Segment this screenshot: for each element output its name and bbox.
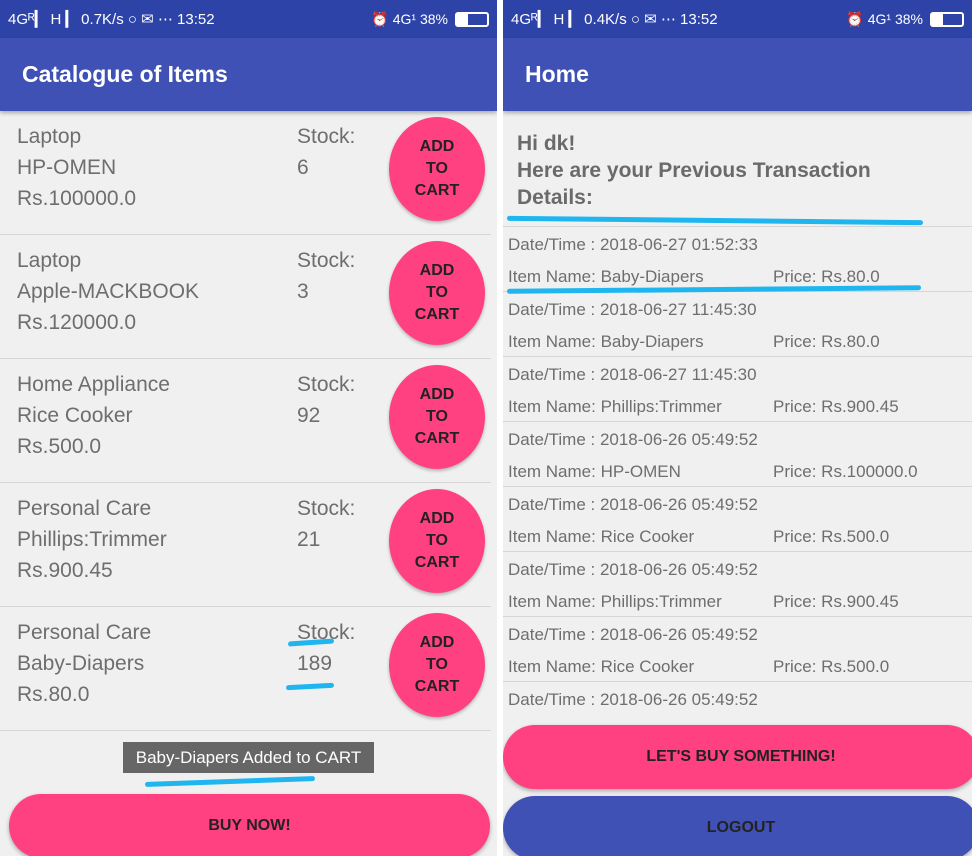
battery-icon bbox=[455, 11, 489, 27]
catalogue-item: Personal Care Baby-Diapers Rs.80.0 Stock: 18… bbox=[0, 607, 491, 731]
stock-value: 6 bbox=[297, 156, 309, 179]
greeting: Hi dk! Here are your Previous Transactio… bbox=[517, 130, 871, 211]
stock-value: 3 bbox=[297, 280, 309, 303]
status-bar: 4Gᴿ▎ H ▎ 0.4K/s ○ ✉ ⋯ 13:52 ⏰ 4G¹ 38% bbox=[503, 0, 972, 38]
status-bar-right: ⏰ 4G¹ 38% bbox=[846, 10, 923, 27]
item-name: Rice Cooker bbox=[17, 404, 133, 427]
item-stock: Stock: 3 bbox=[297, 245, 355, 307]
item-price: Rs.120000.0 bbox=[17, 311, 137, 334]
item-category: Personal Care bbox=[17, 497, 152, 520]
stock-label: Stock: bbox=[297, 373, 356, 396]
transaction-row: Date/Time : 2018-06-26 05:49:52 Item Name… bbox=[503, 486, 972, 551]
transaction-price: Price: Rs.900.45 bbox=[773, 592, 899, 611]
transaction-datetime: Date/Time : 2018-06-26 05:49:52 bbox=[508, 430, 758, 449]
home-screen: 4Gᴿ▎ H ▎ 0.4K/s ○ ✉ ⋯ 13:52 ⏰ 4G¹ 38% Ho… bbox=[503, 0, 972, 856]
transaction-item: Item Name: Phillips:Trimmer bbox=[508, 592, 722, 611]
app-bar-title: Home bbox=[503, 38, 972, 111]
item-info: Home Appliance Rice Cooker Rs.500.0 bbox=[17, 369, 170, 462]
transaction-row: Date/Time : 2018-06-26 05:49:52 Item Name… bbox=[503, 421, 972, 486]
transaction-price: Price: Rs.500.0 bbox=[773, 657, 890, 676]
item-info: Personal Care Phillips:Trimmer Rs.900.45 bbox=[17, 493, 167, 586]
add-to-cart-button[interactable]: ADD TO CART bbox=[389, 365, 485, 469]
stock-value: 189 bbox=[297, 652, 333, 675]
transaction-item: Item Name: Baby-Diapers bbox=[508, 267, 704, 286]
toast-message: Baby-Diapers Added to CART bbox=[123, 742, 374, 773]
item-price: Rs.80.0 bbox=[17, 683, 90, 706]
transaction-item: Item Name: Rice Cooker bbox=[508, 527, 695, 546]
transaction-datetime: Date/Time : 2018-06-27 11:45:30 bbox=[508, 365, 757, 384]
transaction-price: Price: Rs.80.0 bbox=[773, 267, 880, 286]
transaction-row: Date/Time : 2018-06-27 11:45:30 Item Name… bbox=[503, 291, 972, 356]
item-stock: Stock: 6 bbox=[297, 121, 355, 183]
item-price: Rs.100000.0 bbox=[17, 187, 137, 210]
add-to-cart-button[interactable]: ADD TO CART bbox=[389, 489, 485, 593]
status-bar-right: ⏰ 4G¹ 38% bbox=[371, 10, 448, 27]
stock-value: 92 bbox=[297, 404, 321, 427]
transaction-price: Price: Rs.500.0 bbox=[773, 527, 890, 546]
item-category: Laptop bbox=[17, 249, 82, 272]
stock-label: Stock: bbox=[297, 497, 356, 520]
transaction-row: Date/Time : 2018-06-27 11:45:30 Item Name… bbox=[503, 356, 972, 421]
transaction-price: Price: Rs.100000.0 bbox=[773, 462, 918, 481]
add-to-cart-button[interactable]: ADD TO CART bbox=[389, 241, 485, 345]
transaction-datetime: Date/Time : 2018-06-26 05:49:52 bbox=[508, 690, 758, 709]
catalogue-item: Laptop HP-OMEN Rs.100000.0 Stock: 6 ADD TO CA… bbox=[0, 111, 491, 235]
item-category: Laptop bbox=[17, 125, 82, 148]
item-info: Personal Care Baby-Diapers Rs.80.0 bbox=[17, 617, 151, 710]
highlight-mark bbox=[506, 215, 924, 226]
catalogue-item: Laptop Apple-MACKBOOK Rs.120000.0 Stock: 3 AD… bbox=[0, 235, 491, 359]
transaction-price: Price: Rs.80.0 bbox=[773, 332, 880, 351]
item-info: Laptop Apple-MACKBOOK Rs.120000.0 bbox=[17, 245, 199, 338]
item-category: Home Appliance bbox=[17, 373, 170, 396]
item-price: Rs.900.45 bbox=[17, 559, 113, 582]
transaction-item: Item Name: Phillips:Trimmer bbox=[508, 397, 722, 416]
transaction-list: Date/Time : 2018-06-27 01:52:33 Item Name… bbox=[503, 226, 972, 746]
item-name: HP-OMEN bbox=[17, 156, 117, 179]
item-stock: Stock: 189 bbox=[297, 617, 355, 679]
battery-icon bbox=[930, 11, 964, 27]
item-price: Rs.500.0 bbox=[17, 435, 102, 458]
status-bar-left: 4Gᴿ▎ H ▎ 0.4K/s ○ ✉ ⋯ 13:52 bbox=[511, 11, 718, 28]
item-name: Phillips:Trimmer bbox=[17, 528, 167, 551]
item-name: Baby-Diapers bbox=[17, 652, 145, 675]
stock-value: 21 bbox=[297, 528, 321, 551]
transaction-datetime: Date/Time : 2018-06-27 01:52:33 bbox=[508, 235, 758, 254]
transaction-item: Item Name: HP-OMEN bbox=[508, 462, 681, 481]
item-category: Personal Care bbox=[17, 621, 152, 644]
stock-label: Stock: bbox=[297, 125, 356, 148]
add-to-cart-button[interactable]: ADD TO CART bbox=[389, 117, 485, 221]
add-to-cart-button[interactable]: ADD TO CART bbox=[389, 613, 485, 717]
greeting-line: Details: bbox=[517, 186, 593, 209]
transaction-datetime: Date/Time : 2018-06-26 05:49:52 bbox=[508, 495, 758, 514]
transaction-row: Date/Time : 2018-06-26 05:49:52 Item Name… bbox=[503, 551, 972, 616]
greeting-line: Hi dk! bbox=[517, 132, 576, 155]
item-info: Laptop HP-OMEN Rs.100000.0 bbox=[17, 121, 136, 214]
lets-buy-something-button[interactable]: LET'S BUY SOMETHING! bbox=[503, 725, 972, 789]
highlight-mark bbox=[144, 776, 316, 787]
catalogue-item: Home Appliance Rice Cooker Rs.500.0 Stock: 9… bbox=[0, 359, 491, 483]
status-bar: 4Gᴿ▎ H ▎ 0.7K/s ○ ✉ ⋯ 13:52 ⏰ 4G¹ 38% bbox=[0, 0, 497, 38]
transaction-item: Item Name: Rice Cooker bbox=[508, 657, 695, 676]
transaction-row: Date/Time : 2018-06-26 05:49:52 Item Name… bbox=[503, 616, 972, 681]
buy-now-button[interactable]: BUY NOW! bbox=[9, 794, 490, 856]
transaction-row: Date/Time : 2018-06-27 01:52:33 Item Name… bbox=[503, 226, 972, 291]
logout-button[interactable]: LOGOUT bbox=[503, 796, 972, 856]
transaction-datetime: Date/Time : 2018-06-26 05:49:52 bbox=[508, 560, 758, 579]
item-stock: Stock: 21 bbox=[297, 493, 355, 555]
greeting-line: Here are your Previous Transaction bbox=[517, 159, 871, 182]
item-name: Apple-MACKBOOK bbox=[17, 280, 200, 303]
transaction-datetime: Date/Time : 2018-06-27 11:45:30 bbox=[508, 300, 757, 319]
catalogue-screen: 4Gᴿ▎ H ▎ 0.7K/s ○ ✉ ⋯ 13:52 ⏰ 4G¹ 38% Ca… bbox=[0, 0, 497, 856]
item-stock: Stock: 92 bbox=[297, 369, 355, 431]
transaction-datetime: Date/Time : 2018-06-26 05:49:52 bbox=[508, 625, 758, 644]
app-bar-title: Catalogue of Items bbox=[0, 38, 497, 111]
transaction-item: Item Name: Baby-Diapers bbox=[508, 332, 704, 351]
status-bar-left: 4Gᴿ▎ H ▎ 0.7K/s ○ ✉ ⋯ 13:52 bbox=[8, 11, 215, 28]
stock-label: Stock: bbox=[297, 249, 356, 272]
catalogue-item: Personal Care Phillips:Trimmer Rs.900.45 St… bbox=[0, 483, 491, 607]
transaction-price: Price: Rs.900.45 bbox=[773, 397, 899, 416]
